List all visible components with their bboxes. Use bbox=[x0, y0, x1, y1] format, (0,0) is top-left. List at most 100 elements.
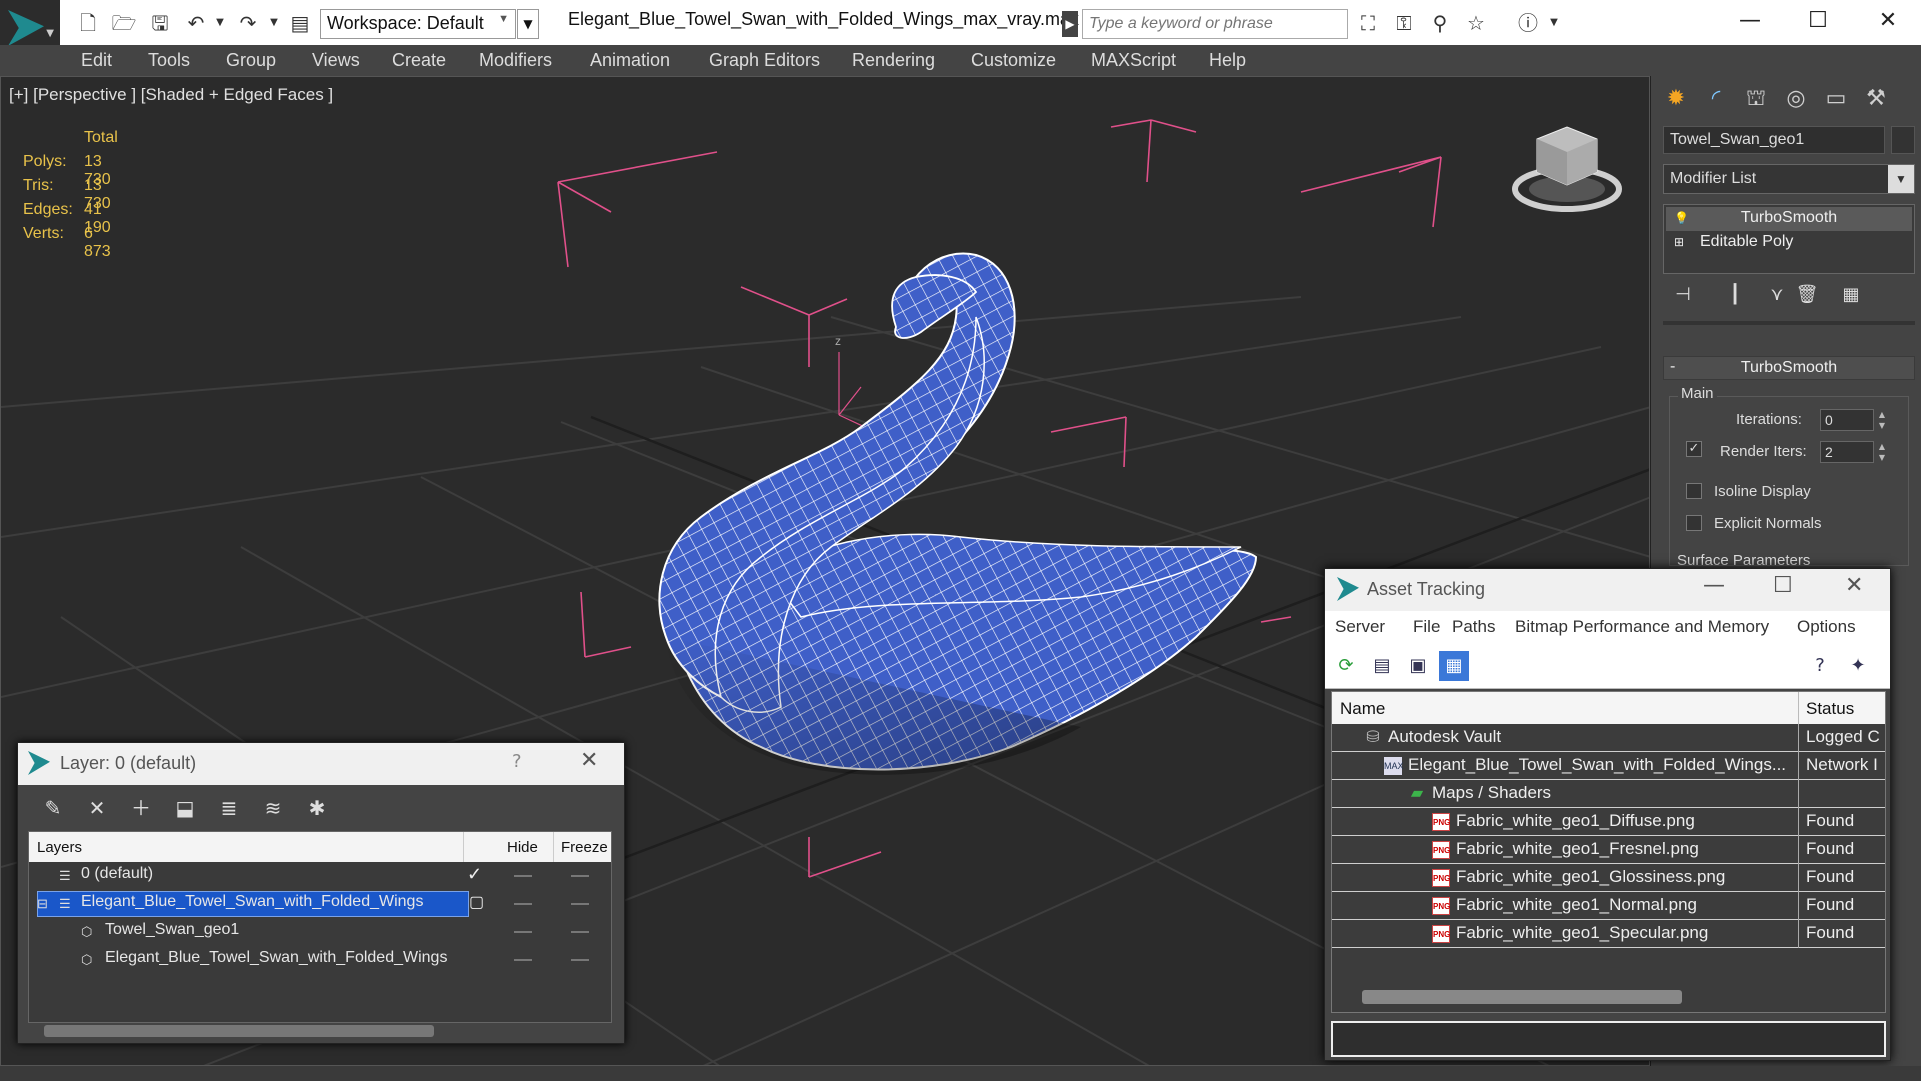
asset-row[interactable]: PNG Fabric_white_geo1_Diffuse.png Found bbox=[1332, 808, 1885, 836]
help-dropdown-icon[interactable]: ▼ bbox=[1540, 9, 1568, 37]
help-icon[interactable]: ⓘ bbox=[1514, 9, 1542, 37]
pin-icon[interactable]: ⚲ bbox=[1426, 9, 1454, 37]
object-name-field[interactable]: Towel_Swan_geo1 bbox=[1663, 126, 1885, 154]
hide-freeze-all-icon[interactable]: ✱ bbox=[302, 793, 332, 823]
expand-plus-icon[interactable]: ⊞ bbox=[1674, 235, 1688, 249]
menu-tools[interactable]: Tools bbox=[148, 50, 190, 71]
explicit-normals-checkbox[interactable] bbox=[1686, 515, 1702, 531]
create-tab-icon[interactable]: ✹ bbox=[1659, 82, 1693, 116]
menu-help[interactable]: Help bbox=[1209, 50, 1246, 71]
column-header-hide[interactable]: Hide bbox=[507, 839, 538, 856]
menu-animation[interactable]: Animation bbox=[590, 50, 670, 71]
render-iters-checkbox[interactable]: ✓ bbox=[1686, 441, 1702, 457]
list-view-icon[interactable]: ▤ bbox=[1367, 651, 1397, 681]
stack-item-editable-poly[interactable]: ⊞ Editable Poly bbox=[1666, 231, 1912, 255]
add-to-layer-icon[interactable]: ⬓ bbox=[170, 793, 200, 823]
column-header-name[interactable]: Name bbox=[1340, 699, 1385, 719]
menu-paths[interactable]: Paths bbox=[1452, 617, 1495, 637]
set-current-layer-icon[interactable]: ✎ bbox=[38, 793, 68, 823]
hierarchy-tab-icon[interactable]: ⛫ bbox=[1739, 82, 1773, 116]
set-current-box-icon[interactable]: ▢ bbox=[469, 892, 484, 912]
modifier-list-dropdown[interactable]: Modifier List ▼ bbox=[1663, 164, 1915, 194]
asset-row[interactable]: ▰ Maps / Shaders bbox=[1332, 780, 1885, 808]
close-button[interactable]: ✕ bbox=[580, 748, 598, 773]
menu-views[interactable]: Views bbox=[312, 50, 360, 71]
stack-item-turbosmooth[interactable]: 💡 TurboSmooth bbox=[1666, 207, 1912, 231]
freeze-toggle[interactable] bbox=[571, 959, 589, 961]
make-unique-icon[interactable]: ⋎ bbox=[1763, 281, 1791, 309]
workspace-menu-button[interactable]: ▼ bbox=[517, 9, 539, 39]
asset-row[interactable]: PNG Fabric_white_geo1_Specular.png Found bbox=[1332, 920, 1885, 948]
column-header-layers[interactable]: Layers bbox=[37, 839, 82, 856]
close-button[interactable]: ✕ bbox=[1868, 4, 1908, 38]
layer-row[interactable]: ⬡ Elegant_Blue_Towel_Swan_with_Folded_Wi… bbox=[29, 946, 611, 974]
table-view-icon[interactable]: ▦ bbox=[1439, 651, 1469, 681]
menu-file[interactable]: File bbox=[1413, 617, 1440, 637]
object-color-swatch[interactable] bbox=[1891, 126, 1915, 154]
undo-dropdown-icon[interactable]: ▼ bbox=[206, 9, 234, 37]
menu-bitmap-performance[interactable]: Bitmap Performance and Memory bbox=[1515, 617, 1769, 637]
collapse-minus-icon[interactable]: ⊟ bbox=[37, 897, 53, 911]
motion-tab-icon[interactable]: ◎ bbox=[1779, 82, 1813, 116]
search-input[interactable] bbox=[1082, 9, 1348, 39]
hide-toggle[interactable] bbox=[514, 959, 532, 961]
asset-row[interactable]: MAX Elegant_Blue_Towel_Swan_with_Folded_… bbox=[1332, 752, 1885, 780]
layer-row[interactable]: ☰ 0 (default) ✓ bbox=[29, 862, 611, 890]
isoline-display-checkbox[interactable] bbox=[1686, 483, 1702, 499]
asset-row[interactable]: PNG Fabric_white_geo1_Fresnel.png Found bbox=[1332, 836, 1885, 864]
layer-row[interactable]: ⬡ Towel_Swan_geo1 bbox=[29, 918, 611, 946]
display-tab-icon[interactable]: ▭ bbox=[1819, 82, 1853, 116]
hide-toggle[interactable] bbox=[514, 875, 532, 877]
view-cube[interactable] bbox=[1512, 126, 1622, 212]
refresh-icon[interactable]: ⟳ bbox=[1331, 651, 1361, 681]
help-tools-icon[interactable]: ✦ bbox=[1843, 651, 1873, 681]
asset-row[interactable]: ⛁ Autodesk Vault Logged C bbox=[1332, 724, 1885, 752]
menu-rendering[interactable]: Rendering bbox=[852, 50, 935, 71]
new-file-icon[interactable]: 🗋 bbox=[74, 9, 102, 37]
asset-path-field[interactable] bbox=[1331, 1021, 1886, 1057]
key-icon[interactable]: ⚿ bbox=[1390, 9, 1418, 37]
menu-create[interactable]: Create bbox=[392, 50, 446, 71]
render-iters-spinner[interactable]: 2 bbox=[1820, 441, 1874, 463]
configure-modifier-sets-icon[interactable]: ▦ bbox=[1837, 281, 1865, 309]
thumbnail-view-icon[interactable]: ▣ bbox=[1403, 651, 1433, 681]
show-end-result-icon[interactable]: ┃ bbox=[1721, 281, 1749, 309]
project-folder-icon[interactable]: ▤ bbox=[286, 9, 314, 37]
menu-customize[interactable]: Customize bbox=[971, 50, 1056, 71]
workspace-select[interactable]: Workspace: Default ▼ bbox=[320, 9, 516, 39]
help-icon[interactable]: ? bbox=[1805, 651, 1835, 681]
freeze-toggle[interactable] bbox=[571, 875, 589, 877]
lightbulb-icon[interactable]: 💡 bbox=[1674, 211, 1689, 225]
minimize-button[interactable]: — bbox=[1730, 4, 1770, 38]
layer-row-selected[interactable]: ⊟ ☰ Elegant_Blue_Towel_Swan_with_Folded_… bbox=[29, 890, 611, 918]
redo-icon[interactable]: ↷ bbox=[234, 9, 262, 37]
menu-graph-editors[interactable]: Graph Editors bbox=[709, 50, 820, 71]
save-icon[interactable]: 🖫 bbox=[146, 9, 174, 37]
hide-toggle[interactable] bbox=[514, 931, 532, 933]
freeze-toggle[interactable] bbox=[571, 931, 589, 933]
open-file-icon[interactable]: 🗁 bbox=[110, 9, 138, 37]
menu-options[interactable]: Options bbox=[1797, 617, 1856, 637]
delete-layer-icon[interactable]: ✕ bbox=[82, 793, 112, 823]
remove-modifier-icon[interactable]: 🗑 bbox=[1793, 281, 1821, 309]
maximize-button[interactable]: ☐ bbox=[1773, 573, 1793, 598]
search-expand-button[interactable]: ▶ bbox=[1062, 11, 1078, 37]
menu-server[interactable]: Server bbox=[1335, 617, 1385, 637]
asset-row[interactable]: PNG Fabric_white_geo1_Normal.png Found bbox=[1332, 892, 1885, 920]
horizontal-scrollbar[interactable] bbox=[44, 1025, 434, 1037]
column-header-freeze[interactable]: Freeze bbox=[561, 839, 608, 856]
menu-edit[interactable]: Edit bbox=[81, 50, 112, 71]
layer-dialog-titlebar[interactable]: Layer: 0 (default) ? ✕ bbox=[18, 743, 624, 785]
modify-tab-icon[interactable]: ◜ bbox=[1699, 82, 1733, 116]
redo-dropdown-icon[interactable]: ▼ bbox=[260, 9, 288, 37]
new-layer-icon[interactable]: ＋ bbox=[126, 793, 156, 823]
maximize-button[interactable]: ☐ bbox=[1798, 4, 1838, 38]
column-header-status[interactable]: Status bbox=[1806, 699, 1854, 719]
pin-stack-icon[interactable]: ⊣ bbox=[1669, 281, 1697, 309]
spinner-arrows-icon[interactable]: ▲ ▼ bbox=[1876, 441, 1888, 463]
menu-group[interactable]: Group bbox=[226, 50, 276, 71]
hide-toggle[interactable] bbox=[514, 903, 532, 905]
star-icon[interactable]: ☆ bbox=[1462, 9, 1490, 37]
utilities-tab-icon[interactable]: ⚒ bbox=[1859, 82, 1893, 116]
viewport-label-menu[interactable]: [+] [Perspective ] [Shaded + Edged Faces… bbox=[9, 85, 333, 105]
